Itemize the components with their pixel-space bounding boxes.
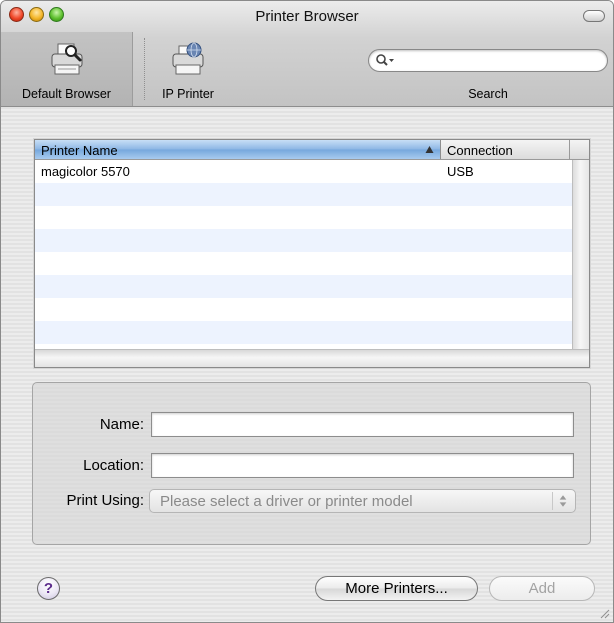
printer-browser-window: Printer Browser Default Browser IP Print… — [0, 0, 614, 623]
list-header: Printer Name Connection — [35, 140, 589, 160]
print-using-popup[interactable]: Please select a driver or printer model — [149, 489, 576, 513]
print-using-label: Print Using: — [66, 492, 144, 509]
window-title: Printer Browser — [255, 8, 359, 25]
horizontal-scrollbar[interactable] — [35, 349, 589, 367]
toolbar-item-label: IP Printer — [162, 87, 214, 101]
printer-globe-icon — [172, 42, 204, 75]
empty-row — [35, 321, 572, 344]
empty-row — [35, 298, 572, 321]
search-input[interactable] — [397, 52, 597, 69]
search-icon — [376, 54, 394, 66]
column-header-label: Connection — [447, 143, 513, 158]
printer-search-icon — [51, 43, 82, 75]
toolbar-default-browser[interactable]: Default Browser — [1, 32, 133, 106]
empty-row — [35, 206, 572, 229]
vertical-scrollbar[interactable] — [572, 160, 589, 349]
resize-grip-icon[interactable] — [598, 607, 610, 619]
header-corner — [571, 140, 589, 159]
toolbar-toggle-pill[interactable] — [583, 10, 605, 22]
connection-cell: USB — [447, 164, 474, 179]
toolbar-ip-printer[interactable]: IP Printer — [147, 32, 229, 106]
printer-list[interactable]: Printer Name Connection magicolor 5570 U… — [34, 139, 590, 368]
toolbar-separator — [144, 38, 145, 100]
search-field[interactable] — [368, 49, 608, 72]
print-using-value: Please select a driver or printer model — [160, 493, 413, 510]
search-label: Search — [468, 87, 508, 101]
more-printers-button[interactable]: More Printers... — [315, 576, 478, 601]
column-header-label: Printer Name — [41, 143, 118, 158]
sort-ascending-icon — [425, 146, 434, 153]
column-header-printer-name[interactable]: Printer Name — [35, 140, 441, 159]
empty-row — [35, 252, 572, 275]
location-field[interactable] — [151, 453, 574, 478]
column-header-connection[interactable]: Connection — [442, 140, 570, 159]
empty-row — [35, 183, 572, 206]
location-label: Location: — [83, 457, 144, 474]
help-button[interactable]: ? — [37, 577, 60, 600]
list-rows: magicolor 5570 USB — [35, 160, 572, 349]
title-toolbar: Printer Browser Default Browser IP Print… — [1, 1, 613, 107]
table-row[interactable]: magicolor 5570 USB — [35, 160, 572, 183]
toolbar-item-label: Default Browser — [22, 87, 111, 101]
printer-details-box: Name: Location: Print Using: Please sele… — [32, 382, 591, 545]
name-label: Name: — [99, 416, 144, 433]
empty-row — [35, 275, 572, 298]
empty-row — [35, 229, 572, 252]
popup-arrows-icon — [552, 492, 567, 510]
printer-name-cell: magicolor 5570 — [41, 164, 130, 179]
add-button[interactable]: Add — [489, 576, 595, 601]
name-field[interactable] — [151, 412, 574, 437]
